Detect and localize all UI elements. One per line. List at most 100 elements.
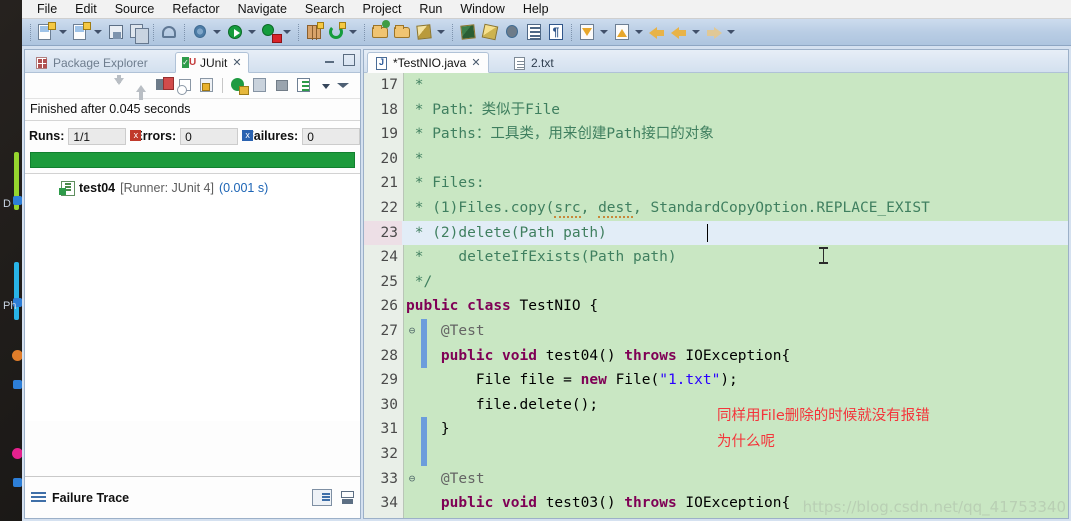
run-dropdown-icon[interactable]: [246, 22, 257, 42]
list-item[interactable]: test04 [Runner: JUnit 4] (0.001 s): [25, 180, 360, 196]
next-failure-icon[interactable]: [109, 75, 130, 96]
build-icon[interactable]: [502, 22, 522, 42]
forward-icon[interactable]: [704, 22, 724, 42]
fold-marker[interactable]: [405, 73, 419, 98]
paragraph-icon[interactable]: ¶: [546, 22, 566, 42]
clean-icon[interactable]: [480, 22, 500, 42]
fold-marker[interactable]: ⊖: [405, 319, 419, 344]
code-text-area[interactable]: 17 * 18 * Path：类似于File 19 * Paths：工具类，用来创建…: [364, 73, 1068, 518]
next-annotation-dropdown-icon[interactable]: [598, 22, 609, 42]
menu-item-file[interactable]: File: [28, 0, 66, 18]
code-line[interactable]: 33 ⊖ @Test: [364, 466, 1068, 492]
compare-result-icon[interactable]: [312, 489, 332, 506]
save-icon[interactable]: [106, 22, 126, 42]
code-line[interactable]: 19 * Paths：工具类，用来创建Path接口的对象: [364, 122, 1068, 147]
new-java-class-icon[interactable]: [71, 22, 91, 42]
fold-marker[interactable]: [405, 270, 419, 295]
back-history-icon[interactable]: [669, 22, 689, 42]
fold-marker[interactable]: [405, 417, 419, 442]
code-line[interactable]: 22 * (1)Files.copy(src, dest, StandardCo…: [364, 195, 1068, 221]
code-line[interactable]: 27 ⊖ @Test: [364, 318, 1068, 344]
fold-marker[interactable]: [405, 393, 419, 418]
code-line[interactable]: 30 file.delete();: [364, 392, 1068, 418]
fold-marker[interactable]: [405, 196, 419, 221]
open-task-icon[interactable]: [392, 22, 412, 42]
menu-item-edit[interactable]: Edit: [66, 0, 106, 18]
back-history-dropdown-icon[interactable]: [690, 22, 701, 42]
fold-marker[interactable]: [405, 245, 419, 270]
menu-item-run[interactable]: Run: [410, 0, 451, 18]
code-line[interactable]: 29 File file = new File("1.txt");: [364, 368, 1068, 393]
next-annotation-icon[interactable]: [577, 22, 597, 42]
code-line[interactable]: 25 */: [364, 269, 1068, 295]
code-line[interactable]: 28 public void test04() throws IOExcepti…: [364, 343, 1068, 369]
code-line[interactable]: 18 * Path：类似于File: [364, 97, 1068, 123]
maximize-view-icon[interactable]: [343, 54, 355, 66]
menu-item-window[interactable]: Window: [451, 0, 513, 18]
tab-package-explorer[interactable]: Package Explorer: [29, 52, 154, 73]
new-wizard-dropdown-icon[interactable]: [57, 22, 68, 42]
code-line[interactable]: 26 public class TestNIO {: [364, 294, 1068, 319]
view-menu-dropdown-icon[interactable]: [316, 75, 332, 96]
fold-marker[interactable]: [405, 442, 419, 467]
code-line[interactable]: 32: [364, 441, 1068, 467]
menu-item-help[interactable]: Help: [514, 0, 558, 18]
previous-failure-icon[interactable]: [131, 75, 152, 100]
code-line[interactable]: 35 Path src = Paths.get("1.txt");: [364, 515, 1068, 518]
new-table-icon[interactable]: [304, 22, 324, 42]
run-coverage-icon[interactable]: [260, 22, 282, 43]
run-coverage-dropdown-icon[interactable]: [281, 22, 292, 42]
tab-testnio-java-close-icon[interactable]: ✕: [471, 56, 480, 69]
minimize-view-icon[interactable]: [324, 54, 336, 66]
menu-item-refactor[interactable]: Refactor: [163, 0, 228, 18]
menu-item-search[interactable]: Search: [296, 0, 354, 18]
new-wizard-icon[interactable]: [36, 22, 56, 42]
save-all-icon[interactable]: [128, 22, 149, 44]
outline-icon[interactable]: [524, 22, 544, 42]
menu-item-navigate[interactable]: Navigate: [229, 0, 296, 18]
code-line[interactable]: 23 * (2)delete(Path path): [364, 220, 1068, 246]
code-line[interactable]: 21 * Files:: [364, 171, 1068, 196]
fold-marker[interactable]: [405, 516, 419, 518]
rerun-failed-tests-icon[interactable]: [250, 75, 271, 96]
code-line[interactable]: 31 }: [364, 417, 1068, 442]
back-icon[interactable]: [647, 22, 667, 42]
fold-marker[interactable]: [405, 147, 419, 172]
view-minimize-icon[interactable]: [333, 75, 354, 96]
marker-icon[interactable]: [414, 22, 434, 42]
code-line[interactable]: 17 *: [364, 73, 1068, 98]
fold-marker[interactable]: [405, 368, 419, 393]
fold-marker[interactable]: [405, 294, 419, 319]
menu-item-project[interactable]: Project: [354, 0, 411, 18]
refresh-icon[interactable]: [326, 22, 346, 42]
filter-stack-trace-icon[interactable]: [337, 490, 354, 505]
search-icon[interactable]: [458, 22, 478, 42]
fold-marker[interactable]: [405, 122, 419, 147]
dock-icon-1[interactable]: [13, 196, 22, 205]
debug-dropdown-icon[interactable]: [211, 22, 222, 42]
fold-marker[interactable]: [405, 221, 419, 246]
code-line[interactable]: 20 *: [364, 146, 1068, 172]
stop-icon[interactable]: [272, 75, 293, 96]
forward-dropdown-icon[interactable]: [725, 22, 736, 42]
marker-dropdown-icon[interactable]: [435, 22, 446, 42]
junit-results-tree[interactable]: test04 [Runner: JUnit 4] (0.001 s): [25, 173, 360, 421]
fold-marker[interactable]: [405, 171, 419, 196]
print-icon[interactable]: [159, 22, 179, 42]
lock-scroll-icon[interactable]: [197, 75, 218, 96]
fold-marker[interactable]: [405, 98, 419, 123]
tab-2-txt[interactable]: 2.txt: [506, 52, 561, 73]
run-icon[interactable]: [225, 22, 245, 42]
stop-on-failure-icon[interactable]: [175, 75, 196, 96]
dock-icon-4[interactable]: [13, 380, 22, 389]
tab-junit-close-icon[interactable]: ✕: [232, 56, 241, 69]
dock-icon-6[interactable]: [13, 478, 22, 487]
rerun-test-icon[interactable]: [228, 75, 249, 96]
open-type-icon[interactable]: [370, 20, 390, 42]
view-menu-icon[interactable]: [294, 75, 315, 96]
fold-marker[interactable]: [405, 491, 419, 516]
fold-marker[interactable]: ⊖: [405, 467, 419, 492]
show-failures-only-icon[interactable]: [153, 75, 174, 96]
fold-marker[interactable]: [405, 344, 419, 369]
previous-annotation-dropdown-icon[interactable]: [633, 22, 644, 42]
